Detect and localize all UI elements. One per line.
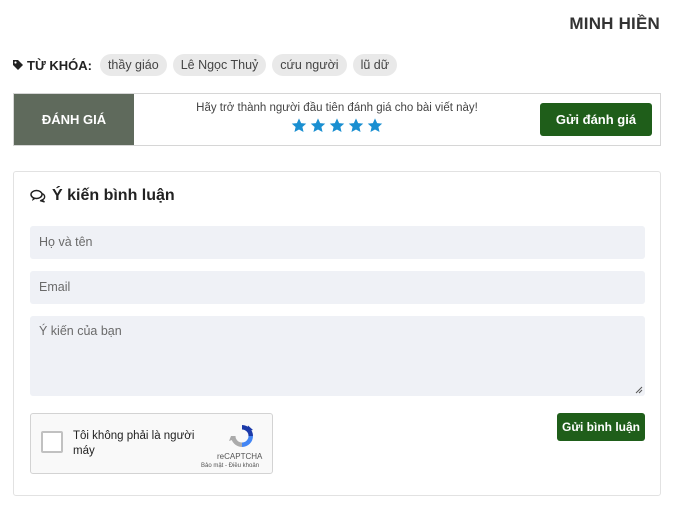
message-textarea[interactable]: Ý kiến của bạn: [30, 316, 645, 396]
tag-link[interactable]: thầy giáo: [99, 54, 167, 76]
comments-section: Ý kiến bình luận Họ và tên Email Ý kiến …: [13, 171, 661, 496]
submit-rating-button[interactable]: Gửi đánh giá: [540, 103, 652, 136]
tags-label: TỪ KHÓA:: [12, 58, 92, 73]
recaptcha-logo-icon: [229, 425, 253, 447]
tag-link[interactable]: cứu người: [272, 54, 347, 76]
tags-bar: TỪ KHÓA: thầy giáo Lê Ngọc Thuỷ cứu ngườ…: [12, 54, 403, 76]
submit-comment-button[interactable]: Gửi bình luận: [557, 413, 645, 441]
recaptcha-text: Tôi không phải là người máy: [73, 430, 195, 457]
name-input[interactable]: Họ và tên: [30, 226, 645, 259]
tags-label-text: TỪ KHÓA:: [27, 57, 92, 73]
rating-center: Hãy trở thành người đầu tiên đánh giá ch…: [134, 102, 540, 134]
comments-icon: [30, 189, 46, 203]
star-icon[interactable]: [309, 117, 327, 134]
comments-title-text: Ý kiến bình luận: [52, 187, 175, 204]
tag-link[interactable]: Lê Ngọc Thuỷ: [172, 54, 267, 76]
message-placeholder: Ý kiến của bạn: [39, 324, 122, 338]
rating-prompt: Hãy trở thành người đầu tiên đánh giá ch…: [196, 101, 478, 114]
recaptcha-links[interactable]: Bảo mật - Điều khoản: [201, 463, 259, 469]
recaptcha-brand: reCAPTCHA: [217, 452, 263, 461]
rating-label: ĐÁNH GIÁ: [14, 94, 134, 145]
resize-grip-icon[interactable]: [635, 386, 643, 394]
comments-title: Ý kiến bình luận: [30, 187, 175, 205]
tag-link[interactable]: lũ dữ: [352, 54, 398, 76]
recaptcha-checkbox[interactable]: [41, 431, 63, 453]
star-icon[interactable]: [328, 117, 346, 134]
star-icon[interactable]: [347, 117, 365, 134]
recaptcha-widget: Tôi không phải là người máy reCAPTCHA Bả…: [30, 413, 273, 474]
star-icon[interactable]: [366, 117, 384, 134]
tag-icon: [13, 60, 23, 70]
author-name: MINH HIỀN: [569, 14, 660, 33]
star-icon[interactable]: [290, 117, 308, 134]
rating-box: ĐÁNH GIÁ Hãy trở thành người đầu tiên đá…: [13, 93, 661, 146]
rating-stars: [134, 117, 540, 134]
email-input[interactable]: Email: [30, 271, 645, 304]
